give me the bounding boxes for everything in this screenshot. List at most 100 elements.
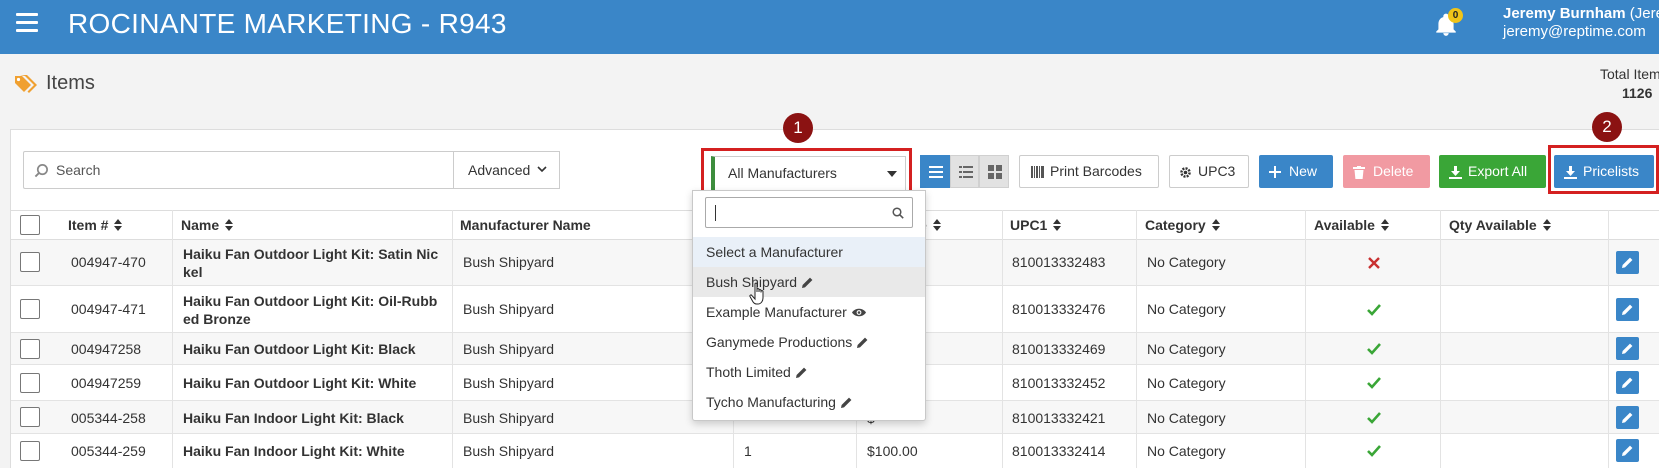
column-divider — [1002, 210, 1003, 468]
search-icon — [34, 164, 48, 178]
barcode-icon — [1031, 166, 1044, 178]
pencil-icon[interactable] — [801, 276, 814, 289]
item-number: 005344-258 — [71, 410, 146, 426]
category: No Category — [1147, 375, 1226, 391]
manufacturer-name: Bush Shipyard — [463, 375, 555, 391]
edit-button[interactable] — [1616, 251, 1639, 274]
edit-button[interactable] — [1616, 439, 1639, 462]
dropdown-option-ganymede-productions[interactable]: Ganymede Productions — [693, 327, 925, 357]
column-divider — [1608, 210, 1609, 468]
dropdown-hint[interactable]: Select a Manufacturer — [693, 237, 925, 267]
column-category[interactable]: Category — [1145, 211, 1220, 241]
manufacturer-name: Bush Shipyard — [463, 443, 555, 459]
list-view-button[interactable] — [920, 155, 950, 188]
grid-icon — [988, 165, 1003, 179]
dropdown-option-bush-shipyard[interactable]: Bush Shipyard — [693, 267, 925, 297]
column-qty-available[interactable]: Qty Available — [1449, 211, 1551, 241]
manufacturer-name: Bush Shipyard — [463, 254, 555, 270]
eye-icon[interactable] — [851, 307, 867, 318]
column-divider — [172, 210, 173, 468]
highlight-pricelists-button — [1548, 145, 1659, 194]
pencil-icon — [1622, 377, 1633, 388]
row-checkbox[interactable] — [20, 252, 40, 272]
pencil-icon — [1622, 304, 1633, 315]
delete-button[interactable]: Delete — [1343, 155, 1430, 188]
manufacturer-dropdown: Select a Manufacturer Bush Shipyard Exam… — [692, 190, 926, 421]
pencil-icon — [1622, 257, 1633, 268]
checkmark-icon — [1367, 377, 1381, 389]
top-bar: ROCINANTE MARKETING - R943 0 Jeremy Burn… — [0, 0, 1659, 54]
table-row[interactable]: 005344-259 Haiku Fan Indoor Light Kit: W… — [11, 434, 1659, 468]
checkmark-icon — [1367, 445, 1381, 457]
x-mark-icon — [1368, 257, 1380, 269]
category: No Category — [1147, 254, 1226, 270]
plus-icon — [1269, 166, 1281, 178]
search-box — [23, 151, 453, 189]
select-all-checkbox[interactable] — [20, 215, 40, 235]
export-all-button[interactable]: Export All — [1439, 155, 1546, 188]
new-item-button[interactable]: New — [1259, 155, 1333, 188]
row-checkbox[interactable] — [20, 407, 40, 427]
item-qty: 1 — [744, 443, 752, 459]
pencil-icon — [1622, 343, 1633, 354]
column-divider — [1305, 210, 1306, 468]
hand-cursor-icon — [749, 282, 764, 305]
step-badge-2: 2 — [1592, 112, 1622, 142]
pencil-icon[interactable] — [840, 396, 853, 409]
upc1: 810013332452 — [1012, 375, 1106, 391]
edit-button[interactable] — [1616, 371, 1639, 394]
tags-icon — [15, 75, 37, 93]
upc-settings-button[interactable]: UPC3 — [1169, 155, 1249, 188]
upc1: 810013332483 — [1012, 254, 1106, 270]
column-item-number[interactable]: Item # — [68, 211, 123, 241]
row-checkbox[interactable] — [20, 299, 40, 319]
detail-list-view-button[interactable] — [949, 155, 980, 188]
manufacturer-name: Bush Shipyard — [463, 341, 555, 357]
pencil-icon[interactable] — [856, 336, 869, 349]
column-divider — [1136, 210, 1137, 468]
edit-button[interactable] — [1616, 337, 1639, 360]
column-available[interactable]: Available — [1314, 211, 1389, 241]
dropdown-option-thoth-limited[interactable]: Thoth Limited — [693, 357, 925, 387]
edit-button[interactable] — [1616, 406, 1639, 429]
grid-view-button[interactable] — [979, 155, 1010, 188]
upc1: 810013332414 — [1012, 443, 1106, 459]
checkmark-icon — [1367, 343, 1381, 355]
user-name[interactable]: Jeremy Burnham (Jerem — [1503, 5, 1659, 22]
search-input[interactable] — [56, 152, 446, 188]
edit-button[interactable] — [1616, 298, 1639, 321]
item-price: $100.00 — [867, 443, 918, 459]
column-upc1[interactable]: UPC1 — [1010, 211, 1062, 241]
highlight-manufacturer-select — [701, 148, 912, 194]
row-checkbox[interactable] — [20, 373, 40, 393]
advanced-search-button[interactable]: Advanced — [453, 151, 560, 189]
item-number: 005344-259 — [71, 443, 146, 459]
category: No Category — [1147, 341, 1226, 357]
item-name: Haiku Fan Indoor Light Kit: Black — [183, 410, 404, 426]
row-checkbox[interactable] — [20, 339, 40, 359]
list-icon — [929, 166, 943, 178]
item-name: Haiku Fan Outdoor Light Kit: White — [183, 375, 417, 391]
column-manufacturer-name[interactable]: Manufacturer Name — [460, 211, 591, 241]
print-barcodes-button[interactable]: Print Barcodes — [1019, 155, 1159, 188]
row-checkbox[interactable] — [20, 441, 40, 461]
checkmark-icon — [1367, 304, 1381, 316]
trash-icon — [1353, 166, 1365, 179]
column-name[interactable]: Name — [181, 211, 234, 241]
text-cursor — [715, 205, 716, 221]
item-name: Haiku Fan Outdoor Light Kit: Satin Nicke… — [183, 246, 439, 280]
item-number: 004947259 — [71, 375, 142, 391]
dropdown-search-input[interactable] — [705, 197, 913, 228]
gear-icon — [1180, 167, 1191, 178]
item-name: Haiku Fan Outdoor Light Kit: Black — [183, 341, 416, 357]
checkmark-icon — [1367, 412, 1381, 424]
pencil-icon[interactable] — [795, 366, 808, 379]
upc1: 810013332421 — [1012, 410, 1106, 426]
manufacturer-name: Bush Shipyard — [463, 410, 555, 426]
dropdown-option-tycho-manufacturing[interactable]: Tycho Manufacturing — [693, 387, 925, 417]
notification-badge: 0 — [1448, 8, 1463, 23]
menu-icon[interactable] — [16, 13, 38, 33]
user-role: (Jerem — [1629, 5, 1659, 22]
item-number: 004947-471 — [71, 301, 146, 317]
dropdown-option-example-manufacturer[interactable]: Example Manufacturer — [693, 297, 925, 327]
